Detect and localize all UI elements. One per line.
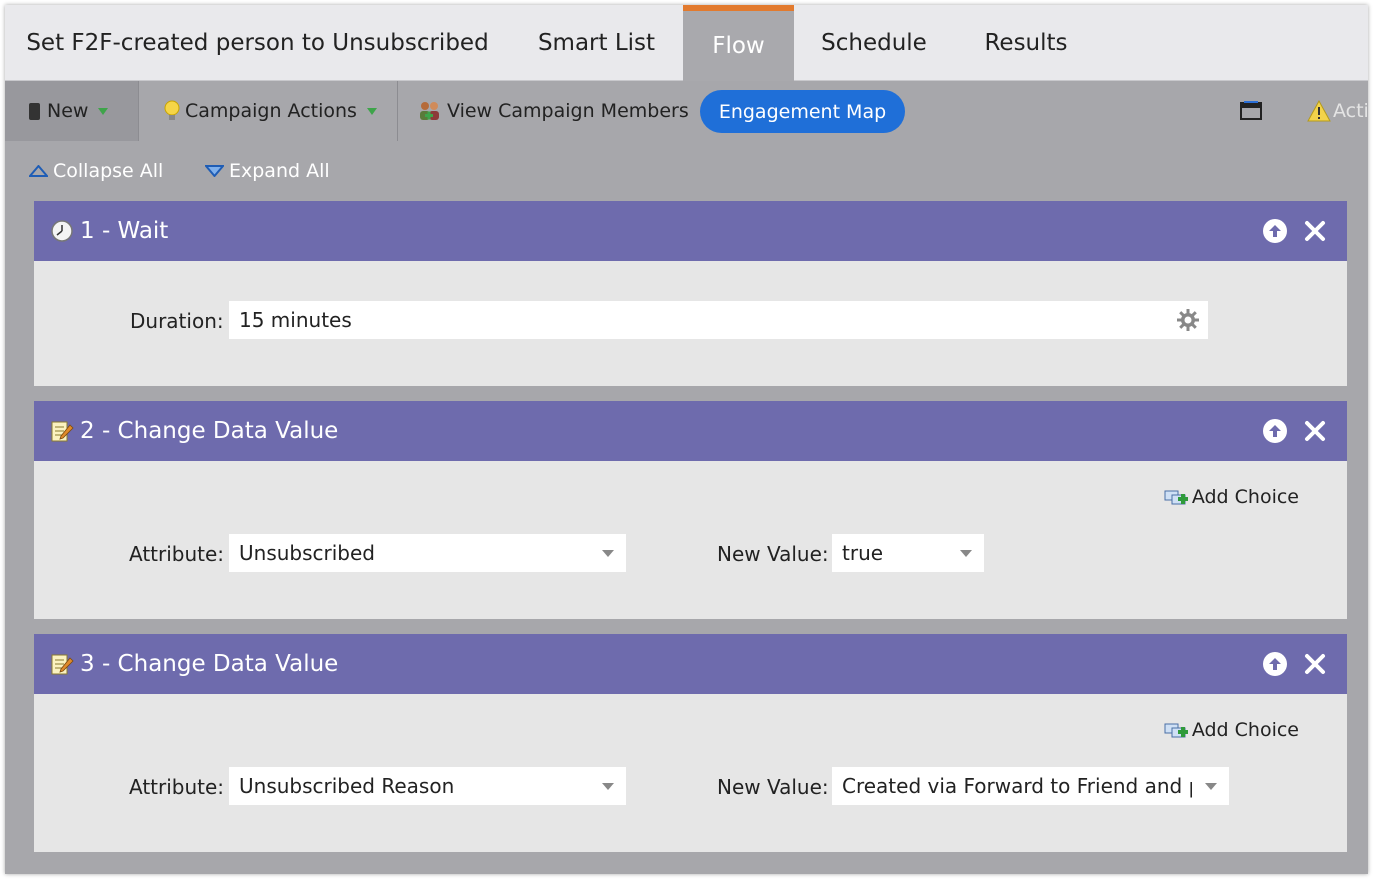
move-up-button[interactable] [1263,419,1287,443]
tab-schedule[interactable]: Schedule [794,5,954,81]
tab-flow[interactable]: Flow [683,5,794,81]
add-choice-icon [1164,718,1190,742]
attribute-select[interactable]: Unsubscribed [229,534,626,572]
chevron-down-icon [1205,783,1217,790]
collapse-expand-bar: Collapse All Expand All [5,141,1368,201]
new-menu-button[interactable]: New [5,81,138,141]
close-icon [1305,221,1325,241]
toolbar-divider [138,81,139,141]
chevron-down-icon [960,550,972,557]
flow-step-change-data-value: 3 - Change Data Value Add Choice Attribu… [34,634,1347,852]
attribute-select[interactable]: Unsubscribed Reason [229,767,626,805]
tab-campaign-name[interactable]: Set F2F-created person to Unsubscribed [5,5,510,81]
collapse-triangle-icon [29,165,48,177]
step-title: 3 - Change Data Value [80,651,339,677]
add-choice-button[interactable]: Add Choice [1164,485,1299,509]
duration-label: Duration: [130,309,224,333]
duration-input[interactable]: 15 minutes [229,301,1208,339]
step-title: 1 - Wait [80,218,169,244]
add-choice-button[interactable]: Add Choice [1164,718,1299,742]
delete-step-button[interactable] [1303,219,1327,243]
campaign-actions-button[interactable]: Campaign Actions [163,81,377,141]
clock-icon [50,219,74,243]
warning-icon [1307,100,1331,122]
new-icon [29,102,40,120]
expand-triangle-icon [205,165,224,177]
dropdown-arrow-icon [98,107,109,115]
step-header[interactable]: 2 - Change Data Value [34,401,1347,461]
tab-results[interactable]: Results [954,5,1098,81]
engagement-map-button[interactable]: Engagement Map [700,90,905,133]
tab-bar: Set F2F-created person to Unsubscribed S… [5,5,1368,81]
tab-smart-list[interactable]: Smart List [510,5,683,81]
app-window: Set F2F-created person to Unsubscribed S… [5,5,1368,874]
close-icon [1305,654,1325,674]
arrow-up-icon [1269,425,1281,437]
activity-button[interactable]: Acti [1307,81,1368,141]
window-toggle-button[interactable] [1240,81,1262,141]
toolbar-divider [397,81,398,141]
view-campaign-members-button[interactable]: View Campaign Members [417,81,689,141]
lightbulb-icon [163,100,181,122]
add-choice-icon [1164,485,1190,509]
arrow-up-icon [1269,658,1281,670]
step-header[interactable]: 3 - Change Data Value [34,634,1347,694]
new-value-select[interactable]: true [832,534,984,572]
new-value-label: New Value: [717,542,829,566]
chevron-down-icon [602,783,614,790]
people-icon [417,100,443,122]
arrow-up-icon [1269,225,1281,237]
edit-data-icon [50,419,74,443]
expand-all-button[interactable]: Expand All [205,141,330,201]
gear-icon[interactable] [1176,308,1200,332]
flow-step-wait: 1 - Wait Duration: 15 minutes [34,201,1347,386]
dropdown-arrow-icon [366,107,377,115]
attribute-label: Attribute: [129,775,225,799]
move-up-button[interactable] [1263,652,1287,676]
chevron-down-icon [602,550,614,557]
flow-step-change-data-value: 2 - Change Data Value Add Choice Attribu… [34,401,1347,619]
attribute-label: Attribute: [129,542,225,566]
move-up-button[interactable] [1263,219,1287,243]
toolbar: New Campaign Actions View Campaign Membe… [5,81,1368,141]
edit-data-icon [50,652,74,676]
delete-step-button[interactable] [1303,652,1327,676]
delete-step-button[interactable] [1303,419,1327,443]
new-value-select[interactable]: Created via Forward to Friend and p [832,767,1229,805]
flow-canvas: 1 - Wait Duration: 15 minutes 2 - Change… [5,201,1368,874]
step-header[interactable]: 1 - Wait [34,201,1347,261]
collapse-all-button[interactable]: Collapse All [29,141,163,201]
close-icon [1305,421,1325,441]
window-icon [1240,101,1262,121]
step-title: 2 - Change Data Value [80,418,339,444]
new-value-label: New Value: [717,775,829,799]
